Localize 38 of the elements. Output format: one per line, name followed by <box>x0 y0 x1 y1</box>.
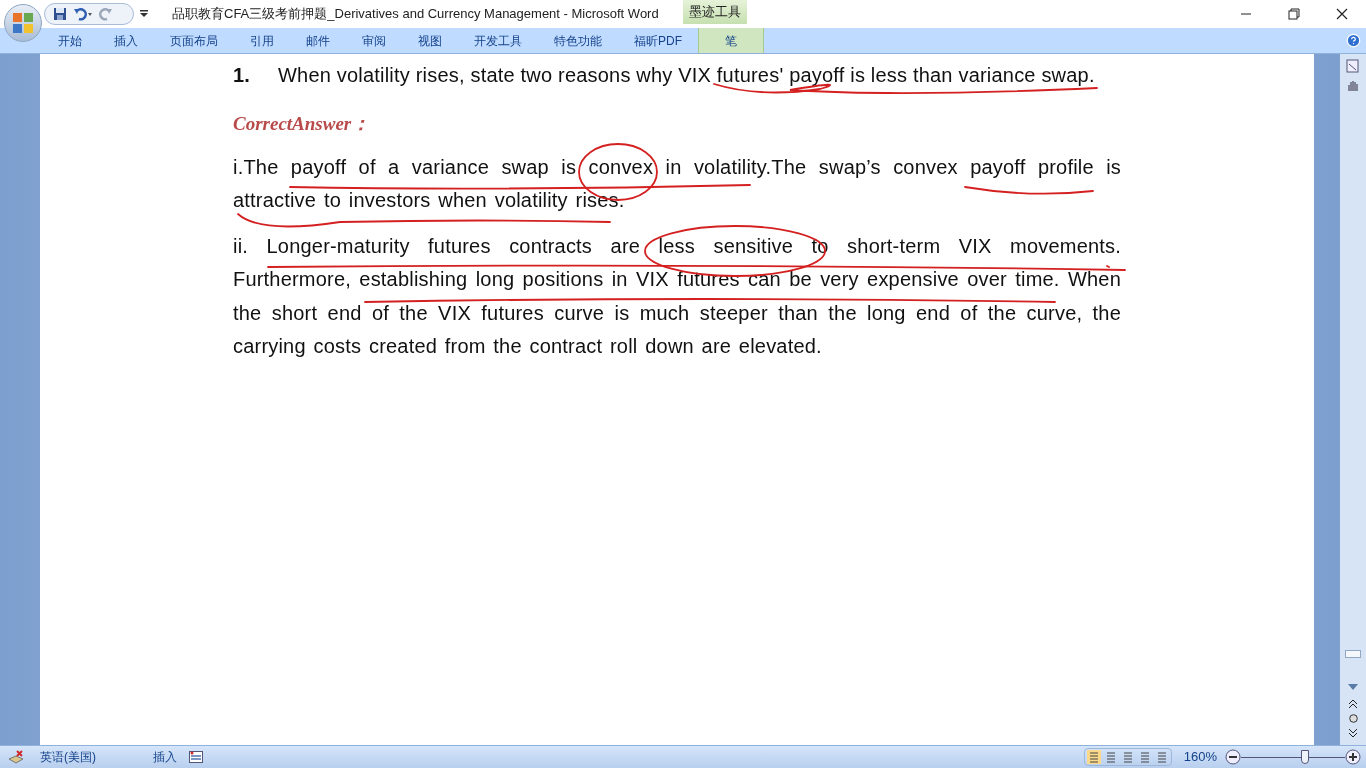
contextual-tab-group: 墨迹工具 <box>682 0 747 24</box>
office-button[interactable] <box>4 4 42 42</box>
ribbon-tab[interactable]: 页面布局 <box>154 28 234 53</box>
window-title: 品职教育CFA三级考前押题_Derivatives and Currency Management - Microsoft Word <box>172 5 659 24</box>
proofing-book-icon[interactable] <box>8 750 24 764</box>
previous-page-icon[interactable] <box>1349 700 1357 708</box>
ribbon-tab[interactable]: 引用 <box>234 28 290 53</box>
macro-record-icon[interactable] <box>189 751 203 763</box>
ribbon-tab[interactable]: 视图 <box>402 28 458 53</box>
ribbon-tab[interactable]: 福昕PDF <box>618 28 698 53</box>
ribbon-tab[interactable]: 特色功能 <box>538 28 618 53</box>
zoom-in-icon[interactable] <box>1345 749 1361 765</box>
answer-label: CorrectAnswer： <box>233 112 372 136</box>
language-indicator[interactable]: 英语(美国) <box>40 748 139 766</box>
answer-paragraph: i.The payoff of a variance swap is convex in volatility.The swap’s convex payoff profile is attractive to investors when volatility rises. <box>233 154 1121 213</box>
save-icon[interactable] <box>53 7 67 21</box>
next-page-icon[interactable] <box>1349 729 1357 737</box>
zoom-level[interactable]: 160% <box>1183 747 1217 767</box>
ruler-toggle-icon[interactable] <box>1346 58 1360 74</box>
office-logo-icon <box>12 12 34 34</box>
question-text: When volatility rises, state two reasons why VIX futures' payoff is less than variance swap. <box>278 63 1095 88</box>
scrollbar-thumb[interactable] <box>1345 650 1361 658</box>
scroll-down-icon[interactable] <box>1348 684 1358 690</box>
ribbon-tab[interactable]: 开发工具 <box>458 28 538 53</box>
restore-icon[interactable] <box>1288 8 1300 20</box>
undo-icon[interactable] <box>73 7 93 21</box>
zoom-slider-thumb[interactable] <box>1301 749 1310 764</box>
ribbon-tab[interactable]: 开始 <box>42 28 98 53</box>
ribbon-tab[interactable]: 插入 <box>98 28 154 53</box>
zoom-out-icon[interactable] <box>1225 749 1241 765</box>
customize-toolbar-icon[interactable] <box>140 10 148 18</box>
question-number: 1. <box>233 63 252 88</box>
help-icon[interactable] <box>1346 33 1361 48</box>
browse-object-icon[interactable] <box>1348 714 1358 723</box>
insert-mode-indicator[interactable]: 插入 <box>153 748 177 766</box>
ribbon-tab[interactable]: 邮件 <box>290 28 346 53</box>
ribbon-tab[interactable]: 审阅 <box>346 28 402 53</box>
close-icon[interactable] <box>1336 8 1348 20</box>
